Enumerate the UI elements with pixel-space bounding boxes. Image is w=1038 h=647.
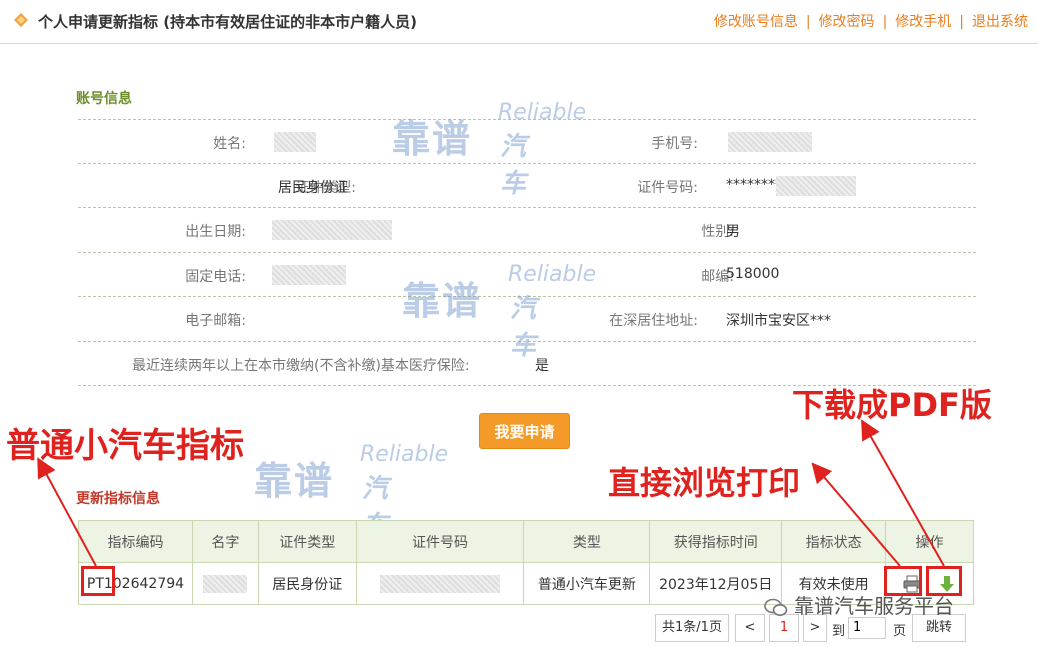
account-section-title: 账号信息 xyxy=(76,91,132,107)
print-highlight xyxy=(884,566,922,596)
pager-prev-button[interactable]: < xyxy=(735,614,765,642)
insurance-label: 最近连续两年以上在本市缴纳(不含补缴)基本医疗保险: xyxy=(132,357,470,374)
col-header: 证件类型 xyxy=(257,520,357,563)
watermark: 靠谱 Reliable 汽车 xyxy=(402,262,596,361)
watermark: 靠谱 Reliable 汽车 xyxy=(392,100,586,199)
download-highlight xyxy=(926,566,962,596)
col-header: 指标编码 xyxy=(78,520,193,563)
update-section-title: 更新指标信息 xyxy=(76,491,160,507)
wechat-icon xyxy=(764,598,788,616)
phone-value-redacted xyxy=(728,132,812,152)
col-header: 操作 xyxy=(885,520,974,563)
pager-goto-input[interactable] xyxy=(848,617,886,639)
id-number-cell xyxy=(355,562,525,605)
change-password-link[interactable]: 修改密码 xyxy=(819,14,875,30)
type-cell: 普通小汽车更新 xyxy=(523,562,651,605)
id-number-redacted xyxy=(776,175,856,196)
watermark-en: Reliable xyxy=(360,442,449,467)
info-row: 出生日期: 性别: 男 xyxy=(78,208,976,253)
table-header-row: 指标编码 名字 证件类型 证件号码 类型 获得指标时间 指标状态 操作 xyxy=(78,520,974,563)
birth-value-redacted xyxy=(272,220,392,240)
address-label: 在深居住地址: xyxy=(609,313,698,329)
col-header: 名字 xyxy=(191,520,259,563)
logout-link[interactable]: 退出系统 xyxy=(972,14,1028,30)
watermark-cn: 靠谱 xyxy=(402,279,483,323)
id-type-value: 居民身份证 xyxy=(278,179,348,196)
quota-annotation: 普通小汽车指标 xyxy=(6,426,244,466)
page-header: 个人申请更新指标 (持本市有效居住证的非本市户籍人员) 修改账号信息 | 修改密码 |… xyxy=(0,0,1038,44)
name-cell xyxy=(191,562,259,605)
col-header: 类型 xyxy=(523,520,651,563)
name-label: 姓名: xyxy=(213,136,246,152)
edit-account-link[interactable]: 修改账号信息 xyxy=(714,14,798,30)
tel-label: 固定电话: xyxy=(185,268,246,285)
watermark-cn2: 汽车 xyxy=(500,132,527,199)
birth-label: 出生日期: xyxy=(185,224,246,240)
change-phone-link[interactable]: 修改手机 xyxy=(895,14,951,30)
id-type-cell: 居民身份证 xyxy=(257,562,357,605)
info-row: 姓名: 手机号: xyxy=(78,119,976,164)
account-links: 修改账号信息 | 修改密码 | 修改手机 | 退出系统 xyxy=(714,11,1028,31)
watermark-cn: 靠谱 xyxy=(392,117,473,161)
link-separator: | xyxy=(882,14,888,30)
gender-value: 男 xyxy=(726,224,740,240)
info-row: 证件类型: 居民身份证 证件号码: ********* xyxy=(78,164,976,208)
wechat-brand-text: 靠谱汽车服务平台 xyxy=(794,594,954,618)
link-separator: | xyxy=(959,14,964,30)
print-annotation: 直接浏览打印 xyxy=(608,464,801,502)
watermark: 靠谱 Reliable 汽车 xyxy=(254,442,448,541)
col-header: 获得指标时间 xyxy=(649,520,783,563)
apply-button[interactable]: 我要申请 xyxy=(479,413,570,449)
name-redacted xyxy=(203,574,248,593)
insurance-value: 是 xyxy=(535,357,549,374)
code-prefix-highlight xyxy=(81,566,115,596)
watermark-en: Reliable xyxy=(508,262,597,287)
pager-goto-label: 到 xyxy=(832,624,846,639)
tel-value-redacted xyxy=(272,264,346,285)
email-label: 电子邮箱: xyxy=(185,313,246,329)
phone-label: 手机号: xyxy=(651,136,698,152)
diamond-icon xyxy=(14,13,28,27)
pager-summary: 共1条/1页 xyxy=(655,614,729,642)
name-value-redacted xyxy=(274,132,316,152)
zip-value: 518000 xyxy=(726,265,780,282)
id-number-redacted xyxy=(380,574,501,593)
address-value: 深圳市宝安区*** xyxy=(726,313,831,329)
col-header: 证件号码 xyxy=(355,520,525,563)
watermark-cn: 靠谱 xyxy=(254,459,335,503)
watermark-en: Reliable xyxy=(498,100,587,125)
id-number-label: 证件号码: xyxy=(637,179,698,196)
col-header: 指标状态 xyxy=(781,520,887,563)
link-separator: | xyxy=(805,14,811,30)
watermark-cn2: 汽车 xyxy=(510,294,537,361)
pdf-annotation: 下载成PDF版 xyxy=(792,386,992,424)
pager-page-unit: 页 xyxy=(893,624,907,639)
page-title: 个人申请更新指标 (持本市有效居住证的非本市户籍人员) xyxy=(38,13,417,31)
time-cell: 2023年12月05日 xyxy=(649,562,783,605)
